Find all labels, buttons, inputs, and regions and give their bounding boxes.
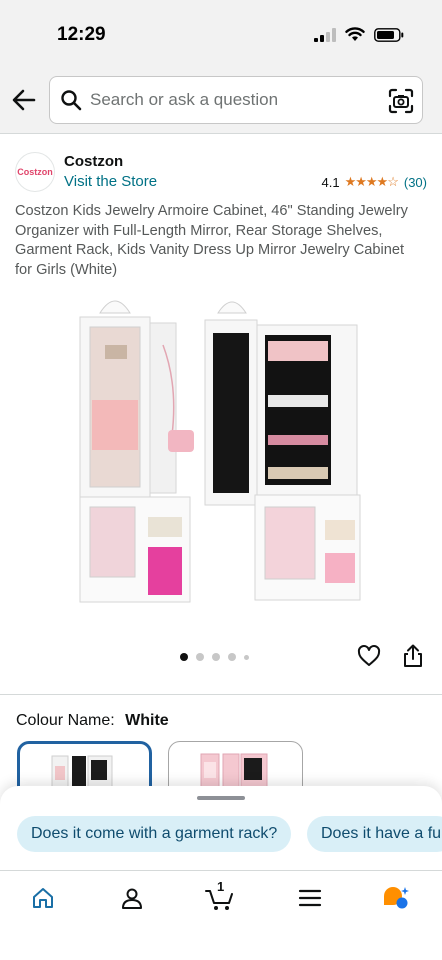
product-title: Costzon Kids Jewelry Armoire Cabinet, 46…: [15, 203, 408, 278]
star-rating-icon: ★★★★☆: [344, 174, 399, 189]
rufus-icon: [384, 887, 409, 909]
carousel-dot[interactable]: [244, 654, 249, 660]
tab-cart[interactable]: 1: [205, 879, 235, 913]
share-icon[interactable]: [402, 644, 424, 668]
menu-icon: [298, 889, 322, 907]
wifi-icon: [345, 27, 365, 41]
rating-value: 4.1: [321, 174, 340, 190]
tab-menu[interactable]: [295, 883, 325, 913]
sheet-drag-handle[interactable]: [197, 796, 245, 800]
status-time: 12:29: [57, 24, 106, 45]
account-icon: [122, 888, 142, 909]
bottom-tab-bar: 1: [0, 870, 442, 960]
tab-account[interactable]: [117, 883, 147, 913]
search-box[interactable]: [49, 76, 423, 124]
battery-icon: [374, 27, 404, 42]
carousel-dots: [180, 653, 249, 661]
heart-icon[interactable]: [357, 644, 381, 668]
signal-icon: [314, 27, 336, 42]
status-icons: [314, 27, 404, 42]
colour-label: Colour Name:: [16, 712, 115, 729]
search-icon: [61, 90, 82, 111]
back-arrow-icon[interactable]: [10, 86, 38, 114]
search-input[interactable]: [90, 77, 380, 123]
home-icon: [33, 888, 53, 908]
product-image[interactable]: [60, 285, 380, 615]
carousel-dot[interactable]: [196, 653, 204, 661]
rating-summary[interactable]: 4.1 ★★★★☆ (30): [322, 174, 427, 190]
carousel-dot[interactable]: [228, 653, 236, 661]
section-divider: [0, 694, 442, 695]
rufus-suggestion-sheet: Does it come with a garment rack? Does i…: [0, 786, 442, 870]
cabinet-open-illustration: [204, 301, 361, 601]
tab-rufus[interactable]: [381, 883, 411, 913]
store-logo[interactable]: Costzon: [15, 152, 55, 192]
camera-lens-icon[interactable]: [388, 88, 414, 114]
cabinet-front-illustration: [79, 300, 194, 603]
cart-count-badge: 1: [217, 879, 225, 894]
carousel-dot[interactable]: [212, 653, 220, 661]
suggestion-chip[interactable]: Does it come with a garment rack?: [17, 816, 292, 852]
brand-name: Costzon: [64, 153, 124, 170]
tab-home[interactable]: [28, 883, 58, 913]
search-header: [0, 68, 442, 134]
colour-selector-label: Colour Name: White: [16, 712, 169, 730]
rating-count[interactable]: (30): [404, 175, 427, 190]
carousel-dot[interactable]: [180, 653, 188, 661]
status-bar: 12:29: [0, 0, 442, 68]
suggestion-chip[interactable]: Does it have a fu: [307, 816, 442, 852]
store-logo-text: Costzon: [17, 167, 53, 177]
colour-selected-value: White: [125, 712, 169, 729]
visit-store-link[interactable]: Visit the Store: [64, 173, 157, 190]
